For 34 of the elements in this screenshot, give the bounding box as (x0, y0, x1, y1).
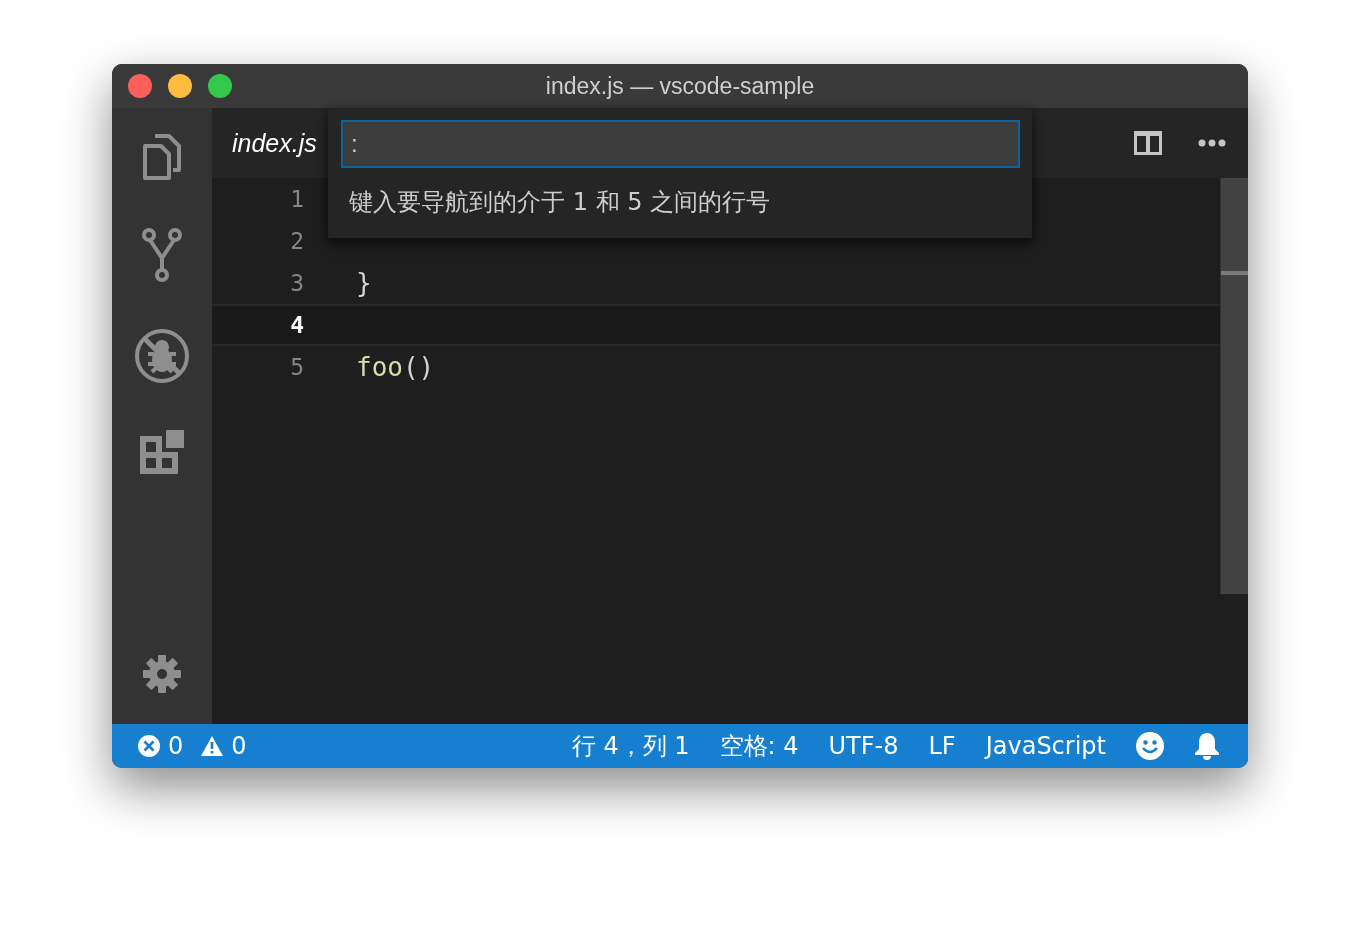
status-item[interactable]: 行 4，列 1 (571, 730, 690, 762)
settings-icon[interactable] (142, 654, 182, 694)
goto-line-hint: 键入要导航到的介于 1 和 5 之间的行号 (348, 187, 772, 218)
goto-line-input[interactable]: : (341, 120, 1020, 168)
line-number: 5 (289, 354, 304, 380)
more-icon[interactable] (1198, 139, 1226, 147)
split-editor-icon[interactable] (1134, 131, 1162, 155)
status-item[interactable]: UTF-8 (828, 732, 899, 760)
maximize-window-icon[interactable] (208, 74, 232, 98)
minimize-window-icon[interactable] (168, 74, 192, 98)
branch-icon[interactable] (142, 228, 182, 282)
files-icon[interactable] (141, 132, 183, 182)
status-item[interactable]: 空格: 4 (719, 730, 799, 762)
line-number: 4 (289, 312, 304, 338)
code-line: foo() (356, 352, 435, 382)
bug-icon[interactable] (134, 328, 190, 384)
warning-count[interactable]: 0 (231, 732, 247, 760)
editor-tab[interactable]: index.js (212, 128, 317, 158)
smiley-icon[interactable] (1136, 732, 1164, 760)
scrollbar[interactable] (1220, 178, 1248, 594)
status-item[interactable]: JavaScript (985, 732, 1106, 760)
cursor-marker (1221, 271, 1248, 275)
line-number: 1 (289, 186, 304, 212)
error-icon[interactable] (138, 735, 160, 757)
line-number: 2 (289, 228, 304, 254)
error-count[interactable]: 0 (168, 732, 184, 760)
close-window-icon[interactable] (128, 74, 152, 98)
extensions-icon[interactable] (140, 430, 184, 474)
status-item[interactable]: LF (928, 732, 956, 760)
warning-icon[interactable] (201, 736, 224, 756)
window-title: index.js — vscode-sample (545, 72, 815, 100)
line-number: 3 (289, 270, 304, 296)
code-line: } (356, 268, 372, 298)
bell-icon[interactable] (1194, 732, 1220, 760)
